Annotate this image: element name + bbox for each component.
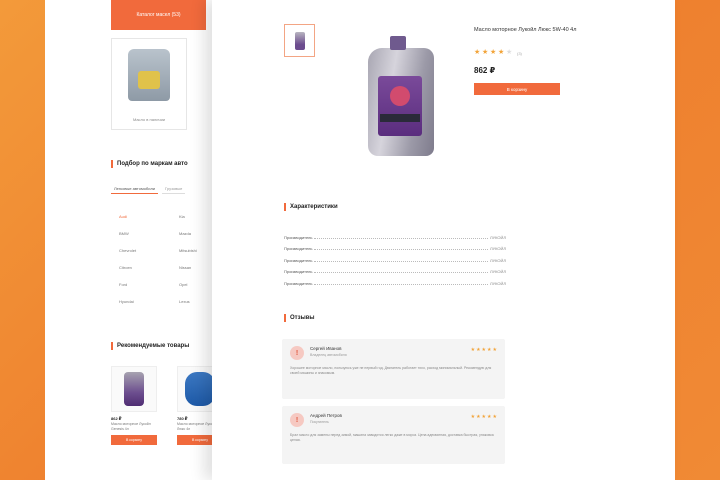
catalog-header[interactable]: Каталог масел (53) — [111, 0, 206, 30]
review-text: Хорошее моторное масло, пользуюсь уже не… — [290, 366, 492, 375]
specs-table: Производитель ЛУКОЙЛ Производитель ЛУКОЙЛ … — [284, 228, 506, 286]
product-price: 862 ₽ — [474, 66, 496, 75]
spec-key: Производитель — [284, 257, 313, 263]
review-author: Сергей Иванов — [310, 346, 342, 351]
oil-bottle-thumbnail-icon — [294, 31, 305, 50]
star-icon: ★ — [481, 414, 487, 420]
brand-link[interactable]: Citroen — [119, 265, 179, 273]
star-icon: ★ — [498, 49, 505, 56]
product-rating: ★ ★ ★ ★ ★ (3) — [474, 49, 522, 56]
vehicle-type-tabs: Легковые автомобили Грузовые — [111, 184, 186, 194]
star-empty-icon: ★ — [506, 49, 513, 56]
star-icon: ★ — [487, 347, 492, 353]
catalog-header-label: Каталог масел (53) — [136, 12, 181, 18]
spec-row: Производитель ЛУКОЙЛ — [284, 228, 506, 240]
spec-row: Производитель ЛУКОЙЛ — [284, 263, 506, 274]
star-icon: ★ — [492, 347, 497, 353]
product-title: Масло моторное Лукойл Люкс 5W-40 4л — [474, 27, 577, 33]
review-text: Брал масло для замены перед зимой, машин… — [290, 433, 494, 442]
avatar: ! — [290, 346, 304, 360]
tab-trucks[interactable]: Грузовые — [162, 184, 186, 194]
brand-link[interactable]: Chevrolet — [119, 248, 179, 256]
recommended-section-title: Рекомендуемые товары — [111, 342, 189, 350]
back-product-caption: Масло в наличии — [132, 117, 166, 122]
brand-link[interactable]: BMW — [119, 231, 179, 239]
add-to-cart-button[interactable]: В корзину — [474, 83, 560, 95]
oil-canister-image — [128, 49, 170, 101]
brand-section-title: Подбор по маркам авто — [111, 160, 188, 168]
reviews-section-title: Отзывы — [284, 314, 315, 322]
brand-link[interactable]: Audi — [119, 214, 179, 222]
review-card: ! Андрей Петров Покупатель ★ ★ ★ ★ ★ Бра… — [282, 406, 505, 464]
main-product-image — [364, 36, 436, 156]
spec-key: Производитель — [284, 280, 313, 286]
avatar: ! — [290, 413, 304, 427]
star-icon: ★ — [482, 49, 489, 56]
star-icon: ★ — [487, 414, 492, 420]
tab-cars[interactable]: Легковые автомобили — [111, 184, 159, 194]
blue-bottle-icon — [185, 372, 215, 406]
star-icon: ★ — [481, 347, 487, 353]
product-price: 862 ₽ — [111, 416, 122, 421]
product-image — [111, 366, 157, 412]
brand-link[interactable]: Ford — [119, 282, 179, 290]
spec-value: ЛУКОЙЛ — [489, 246, 506, 251]
star-icon: ★ — [490, 49, 497, 56]
spec-key: Производитель — [284, 246, 313, 251]
product-thumbnail[interactable] — [284, 24, 315, 57]
spec-value: ЛУКОЙЛ — [489, 234, 506, 240]
review-card: ! Сергей Иванов Владелец автомобиля ★ ★ … — [282, 339, 505, 399]
spec-value: ЛУКОЙЛ — [489, 269, 506, 274]
add-to-cart-button[interactable]: В корзину — [111, 435, 157, 445]
back-product-card[interactable]: Масло в наличии — [111, 38, 187, 130]
star-icon: ★ — [470, 414, 476, 420]
spec-row: Производитель ЛУКОЙЛ — [284, 240, 506, 251]
review-rating: ★ ★ ★ ★ ★ — [471, 348, 497, 353]
recommended-products: 862 ₽ Масло моторное Лукойл Genesis 4л В… — [111, 366, 225, 445]
brand-link[interactable]: Hyundai — [119, 299, 179, 307]
product-description: Масло моторное Лукойл Genesis 4л — [111, 422, 151, 431]
recommended-product-card[interactable]: 862 ₽ Масло моторное Лукойл Genesis 4л В… — [111, 366, 159, 445]
spec-value: ЛУКОЙЛ — [489, 280, 506, 286]
rating-count: (3) — [517, 50, 522, 56]
star-icon: ★ — [476, 347, 481, 353]
review-meta: Покупатель — [310, 420, 329, 424]
review-rating: ★ ★ ★ ★ ★ — [471, 415, 497, 420]
spec-row: Производитель ЛУКОЙЛ — [284, 274, 506, 286]
star-icon: ★ — [492, 414, 497, 420]
spec-key: Производитель — [284, 269, 313, 274]
review-author: Андрей Петров — [310, 413, 342, 418]
star-icon: ★ — [474, 49, 481, 56]
star-icon: ★ — [476, 414, 481, 420]
specs-section-title: Характеристики — [284, 203, 338, 211]
review-meta: Владелец автомобиля — [310, 353, 347, 357]
spec-row: Производитель ЛУКОЙЛ — [284, 251, 506, 263]
product-page-panel: Масло моторное Лукойл Люкс 5W-40 4л ★ ★ … — [212, 0, 675, 480]
spec-value: ЛУКОЙЛ — [489, 257, 506, 263]
star-icon: ★ — [470, 347, 476, 353]
spec-key: Производитель — [284, 234, 313, 240]
purple-bottle-icon — [124, 372, 144, 406]
